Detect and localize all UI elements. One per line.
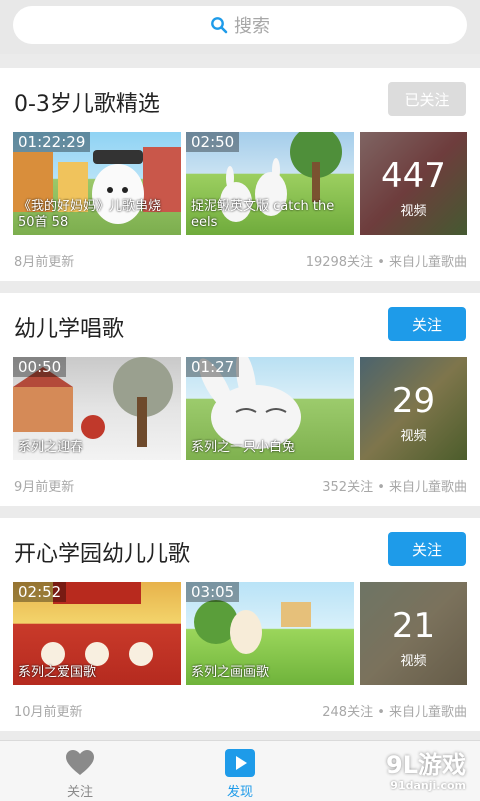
updated-time: 9月前更新 (14, 480, 75, 495)
tab-label: 发现 (226, 785, 253, 800)
follow-button[interactable]: 关注 (388, 307, 466, 341)
video-duration: 02:52 (13, 582, 67, 602)
updated-time: 8月前更新 (14, 255, 75, 270)
search-bar: 搜索 (0, 0, 480, 54)
playlist-title: 0-3岁儿歌精选 (14, 92, 160, 117)
tab-label: 关注 (66, 785, 93, 800)
playlist-title: 幼儿学唱歌 (14, 317, 125, 342)
video-thumbnail[interactable]: 01:27 系列之一只小白兔 (186, 357, 354, 460)
playlist-card: 开心学园幼儿儿歌 关注 02:52 系列之爱国歌 03:05 系列之画画歌 21… (0, 518, 480, 731)
video-thumbnail[interactable]: 02:52 系列之爱国歌 (13, 582, 181, 685)
more-videos-tile[interactable]: 21 视频 (360, 582, 467, 685)
video-duration: 01:27 (186, 357, 240, 377)
playlist-card: 幼儿学唱歌 关注 00:50 系列之迎春 01:27 系列之一只小白兔 29 视… (0, 293, 480, 506)
tab-follow[interactable]: 关注 (0, 741, 160, 801)
watermark-logo: 9L游戏 (386, 751, 466, 779)
video-thumbnail[interactable]: 00:50 系列之迎春 (13, 357, 181, 460)
updated-time: 10月前更新 (14, 705, 83, 720)
watermark-site: 91danji.com (390, 779, 466, 792)
video-caption: 系列之一只小白兔 (191, 440, 296, 455)
tab-discover[interactable]: 发现 (160, 741, 320, 801)
more-videos-tile[interactable]: 447 视频 (360, 132, 467, 235)
video-caption: 捉泥鳅英文版 catch the eels (191, 199, 335, 230)
play-icon (225, 749, 255, 777)
playlist-card: 0-3岁儿歌精选 已关注 01:22:29 《我的好妈妈》儿歌串烧50首 58 … (0, 68, 480, 281)
more-videos-tile[interactable]: 29 视频 (360, 357, 467, 460)
video-thumbnail[interactable]: 03:05 系列之画画歌 (186, 582, 354, 685)
follow-button[interactable]: 关注 (388, 532, 466, 566)
search-input[interactable]: 搜索 (13, 6, 467, 44)
video-thumbnail[interactable]: 02:50 捉泥鳅英文版 catch the eels (186, 132, 354, 235)
video-duration: 03:05 (186, 582, 240, 602)
video-caption: 系列之迎春 (18, 440, 84, 455)
search-placeholder: 搜索 (234, 16, 270, 37)
video-caption: 《我的好妈妈》儿歌串烧50首 58 (18, 199, 162, 230)
playlist-stats: 352关注 • 来自儿童歌曲 (322, 480, 467, 495)
video-count: 447 (381, 156, 446, 196)
video-count-label: 视频 (400, 204, 427, 219)
video-count-label: 视频 (400, 654, 427, 669)
video-duration: 02:50 (186, 132, 240, 152)
heart-icon (66, 750, 94, 775)
playlist-stats: 19298关注 • 来自儿童歌曲 (305, 255, 467, 270)
video-duration: 01:22:29 (13, 132, 91, 152)
video-thumbnail[interactable]: 01:22:29 《我的好妈妈》儿歌串烧50首 58 (13, 132, 181, 235)
video-count: 29 (391, 381, 436, 421)
video-caption: 系列之爱国歌 (18, 665, 97, 680)
playlist-title: 开心学园幼儿儿歌 (14, 542, 191, 567)
search-icon (211, 17, 228, 34)
playlist-stats: 248关注 • 来自儿童歌曲 (322, 705, 467, 720)
follow-button[interactable]: 已关注 (388, 82, 466, 116)
video-caption: 系列之画画歌 (191, 665, 270, 680)
video-duration: 00:50 (13, 357, 67, 377)
video-count: 21 (391, 606, 436, 646)
video-count-label: 视频 (400, 429, 427, 444)
watermark: 9L游戏 91danji.com (386, 751, 466, 792)
bottom-tab-bar: 关注 发现 9L游戏 91danji.com (0, 740, 480, 801)
